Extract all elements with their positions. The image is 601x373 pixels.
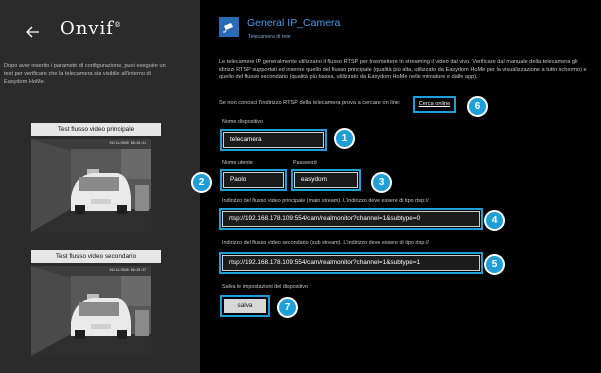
sub-stream-label: Indirizzo del flusso video secondario (s… (222, 240, 429, 246)
video-preview-sub: 02/11/2020 09:28:27 (31, 266, 151, 356)
onvif-logo: Onvif® (60, 18, 122, 39)
device-subtitle: Telecamera di rete (248, 34, 291, 40)
logo-text: Onvif (60, 18, 114, 39)
test-main-stream-button[interactable]: Test flusso video principale (31, 123, 161, 136)
username-label: Nome utente (222, 160, 253, 166)
callout-badge-1: 1 (334, 128, 355, 149)
device-name-label: Nome dispositivo (222, 119, 264, 125)
rtsp-intro-text: Le telecamere IP generalmente utilizzano… (219, 59, 587, 81)
video-main-timestamp: 02/11/2020 09:28:21 (109, 141, 146, 145)
arrow-left-icon[interactable] (26, 26, 40, 38)
password-field[interactable]: easydom (291, 169, 361, 191)
device-name-field[interactable]: telecamera (220, 129, 327, 151)
test-sub-stream-button[interactable]: Test flusso video secondario (31, 250, 161, 263)
device-title: General IP_Camera (247, 17, 341, 29)
callout-badge-6: 6 (467, 96, 488, 117)
search-online-link[interactable]: Cerca online (413, 96, 456, 113)
video-preview-main: 02/11/2020 09:28:21 (31, 139, 151, 232)
callout-badge-5: 5 (484, 254, 505, 275)
save-settings-label: Salva le impostazioni del dispositivo (222, 284, 308, 290)
main-stream-label: Indirizzo del flusso video principale (m… (222, 198, 429, 204)
callout-badge-3: 3 (371, 172, 392, 193)
save-button[interactable]: salva (220, 295, 270, 317)
main-stream-url-field[interactable]: rtsp://192.168.178.109:554/cam/realmonit… (219, 208, 483, 230)
callout-badge-7: 7 (277, 297, 298, 318)
callout-badge-2: 2 (191, 172, 212, 193)
logo-mark: ® (113, 21, 122, 29)
password-label: Password (293, 160, 317, 166)
test-description: Dopo aver inserito i parametri di config… (4, 63, 166, 85)
username-field[interactable]: Paolo (220, 169, 287, 191)
search-hint-text: Se non conosci l'indirizzo RTSP della te… (219, 100, 401, 106)
camera-icon (219, 17, 239, 37)
video-sub-timestamp: 02/11/2020 09:28:27 (109, 268, 146, 272)
sub-stream-url-field[interactable]: rtsp://192.168.178.109:554/cam/realmonit… (219, 252, 483, 274)
callout-badge-4: 4 (484, 210, 505, 231)
